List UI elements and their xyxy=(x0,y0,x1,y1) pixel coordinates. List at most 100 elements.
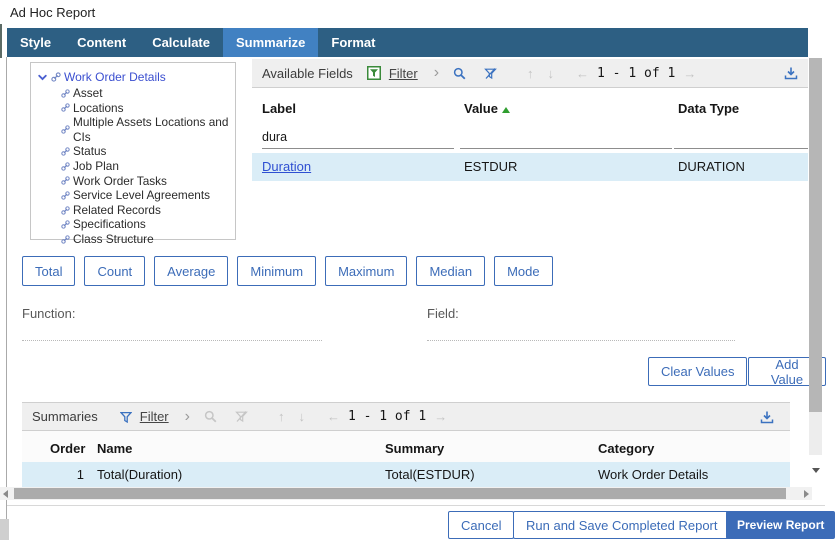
prev-page-icon[interactable]: ← xyxy=(327,409,340,424)
clear-filter-icon-disabled[interactable] xyxy=(235,410,248,423)
tab-calculate[interactable]: Calculate xyxy=(139,28,223,57)
relationship-icon xyxy=(51,72,61,82)
dialog-left-border xyxy=(6,57,7,540)
summary-name-cell: Total(Duration) xyxy=(97,467,183,482)
move-up-icon[interactable]: ↑ xyxy=(527,66,534,81)
tab-content[interactable]: Content xyxy=(64,28,139,57)
average-button[interactable]: Average xyxy=(154,256,229,286)
table-scroll-down-icon[interactable] xyxy=(812,468,820,473)
next-page-icon[interactable]: → xyxy=(683,66,696,81)
tab-summarize[interactable]: Summarize xyxy=(223,28,319,57)
download-icon[interactable] xyxy=(784,66,798,80)
tree-root-row[interactable]: Work Order Details xyxy=(37,70,235,84)
horizontal-scrollbar-thumb[interactable] xyxy=(14,488,786,499)
total-button[interactable]: Total xyxy=(22,256,76,286)
column-header-label[interactable]: Label xyxy=(262,101,296,116)
summaries-pager-text: 1 - 1 of 1 xyxy=(347,409,427,424)
scrollbar-corner xyxy=(0,519,9,540)
move-up-icon[interactable]: ↑ xyxy=(278,409,285,424)
prev-page-icon[interactable]: ← xyxy=(576,66,589,81)
available-fields-filter-row xyxy=(252,122,808,153)
field-label-link[interactable]: Duration xyxy=(262,153,311,181)
summaries-title: Summaries xyxy=(32,409,98,424)
column-header-summary[interactable]: Summary xyxy=(385,441,444,456)
download-icon[interactable] xyxy=(760,410,774,424)
preview-report-button[interactable]: Preview Report xyxy=(726,511,836,539)
tree-item-label: Work Order Tasks xyxy=(73,173,167,188)
pager-text: 1 - 1 of 1 xyxy=(597,65,676,81)
tree-item-asset[interactable]: Asset xyxy=(61,86,235,101)
scroll-right-icon[interactable] xyxy=(804,490,809,498)
tab-format[interactable]: Format xyxy=(318,28,388,57)
filter-table-icon[interactable] xyxy=(366,66,381,80)
move-down-icon[interactable]: ↓ xyxy=(298,409,305,424)
aggregate-buttons: Total Count Average Minimum Maximum Medi… xyxy=(22,256,553,286)
filter-link[interactable]: Filter xyxy=(389,66,418,81)
relationship-icon xyxy=(61,103,70,113)
sort-ascending-icon xyxy=(501,107,510,113)
run-and-save-button[interactable]: Run and Save Completed Report xyxy=(513,511,731,539)
tree-item-specifications[interactable]: Specifications xyxy=(61,217,235,232)
data-type-filter-input[interactable] xyxy=(674,126,808,149)
tree-item-locations[interactable]: Locations xyxy=(61,101,235,116)
column-header-category[interactable]: Category xyxy=(598,441,654,456)
page-title: Ad Hoc Report xyxy=(10,5,96,20)
next-page-icon[interactable]: → xyxy=(434,409,447,424)
tree-item-sla[interactable]: Service Level Agreements xyxy=(61,188,235,203)
summaries-filter-link[interactable]: Filter xyxy=(140,409,169,424)
tree-root-label[interactable]: Work Order Details xyxy=(64,70,166,84)
column-header-name[interactable]: Name xyxy=(97,441,132,456)
summaries-toolbar: Summaries Filter › ↑ ↓ ← 1 - 1 of 1 → xyxy=(22,402,790,431)
tree-children: Asset Locations Multiple Assets Location… xyxy=(61,86,235,247)
tree-item-label: Class Structure xyxy=(73,231,154,246)
tree-item-label: Status xyxy=(73,144,107,159)
tree-item-label: Multiple Assets Locations and CIs xyxy=(73,115,229,144)
field-value-cell: ESTDUR xyxy=(464,159,518,174)
available-fields-row[interactable]: Duration ESTDUR DURATION xyxy=(252,153,808,181)
label-filter-input[interactable] xyxy=(262,126,454,149)
relationship-icon xyxy=(61,191,70,200)
horizontal-scrollbar[interactable] xyxy=(0,487,812,500)
tree-item-work-order-tasks[interactable]: Work Order Tasks xyxy=(61,174,235,189)
filter-funnel-icon[interactable] xyxy=(119,411,132,423)
chevron-down-icon[interactable] xyxy=(37,72,48,83)
move-down-icon[interactable]: ↓ xyxy=(548,66,555,81)
tree-item-multiple-assets[interactable]: Multiple Assets Locations and CIs xyxy=(61,115,235,144)
relationship-icon xyxy=(61,220,70,229)
value-filter-input[interactable] xyxy=(460,126,672,149)
clear-filter-icon[interactable] xyxy=(484,67,497,80)
relationship-icon xyxy=(61,162,70,171)
tree-item-label: Specifications xyxy=(73,217,146,232)
clear-values-button[interactable]: Clear Values xyxy=(648,357,748,386)
summaries-filter-expand-icon[interactable]: › xyxy=(185,408,190,424)
search-icon-disabled[interactable] xyxy=(204,410,217,423)
tab-style[interactable]: Style xyxy=(7,28,64,57)
summaries-row[interactable]: 1 Total(Duration) Total(ESTDUR) Work Ord… xyxy=(22,462,790,487)
tree-item-class-structure[interactable]: Class Structure xyxy=(61,232,235,247)
minimum-button[interactable]: Minimum xyxy=(237,256,317,286)
median-button[interactable]: Median xyxy=(416,256,486,286)
column-header-value[interactable]: Value xyxy=(464,101,510,116)
tree-item-label: Service Level Agreements xyxy=(73,188,211,203)
scroll-left-icon[interactable] xyxy=(3,490,8,498)
function-label: Function: xyxy=(22,306,76,321)
cancel-button[interactable]: Cancel xyxy=(448,511,515,539)
column-header-order[interactable]: Order xyxy=(50,441,85,456)
vertical-scrollbar[interactable] xyxy=(809,58,822,455)
tree-item-job-plan[interactable]: Job Plan xyxy=(61,159,235,174)
tree-item-related-records[interactable]: Related Records xyxy=(61,203,235,218)
maximum-button[interactable]: Maximum xyxy=(325,256,408,286)
relationship-icon xyxy=(61,147,70,156)
relationship-icon xyxy=(61,235,70,244)
vertical-scrollbar-thumb[interactable] xyxy=(809,58,822,412)
field-value xyxy=(427,324,735,341)
column-header-data-type[interactable]: Data Type xyxy=(678,101,739,116)
search-icon[interactable] xyxy=(453,67,466,80)
count-button[interactable]: Count xyxy=(84,256,146,286)
filter-expand-icon[interactable]: › xyxy=(434,65,439,81)
available-fields-title: Available Fields xyxy=(262,65,353,81)
summary-summary-cell: Total(ESTDUR) xyxy=(385,467,475,482)
available-fields-header: Label Value Data Type xyxy=(252,90,808,122)
mode-button[interactable]: Mode xyxy=(494,256,553,286)
tree-item-status[interactable]: Status xyxy=(61,144,235,159)
